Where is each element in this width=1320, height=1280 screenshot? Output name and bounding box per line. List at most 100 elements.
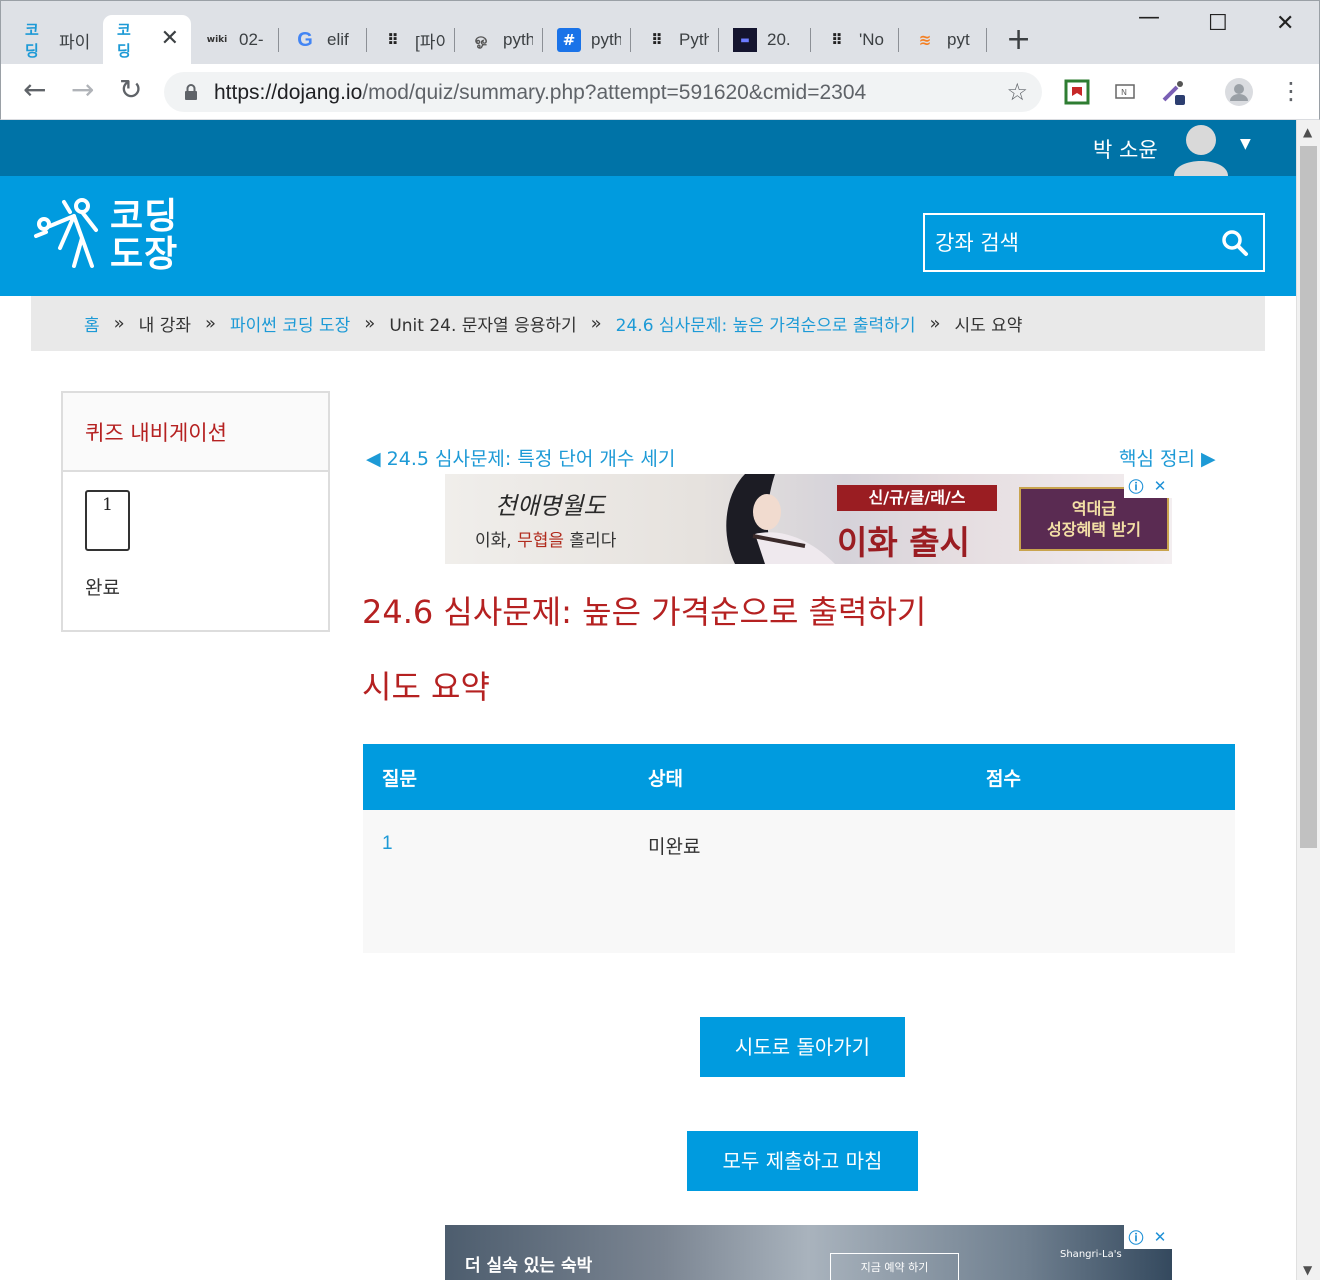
browser-menu-icon[interactable]: ⋮ xyxy=(1279,77,1303,105)
breadcrumb-separator: » xyxy=(590,313,602,334)
course-search-box xyxy=(923,213,1265,272)
site-logo-text[interactable]: 코딩 도장 xyxy=(110,198,178,274)
user-name[interactable]: 박 소윤 xyxy=(1093,134,1158,164)
back-arrow-icon[interactable]: ← xyxy=(23,76,46,104)
user-avatar-icon[interactable] xyxy=(1172,122,1230,176)
cell-status: 미완료 xyxy=(648,836,701,858)
browser-tab-bar: 코딩 파이 코딩 ✕ wiki 02- G elif ⠿ [파이 ஓ pyth … xyxy=(0,0,1320,65)
question-nav-button[interactable]: 1 xyxy=(85,490,130,551)
search-icon[interactable] xyxy=(1221,229,1249,257)
reload-icon[interactable]: ↻ xyxy=(119,76,142,104)
scrollbar-thumb[interactable] xyxy=(1300,146,1317,848)
cell-score xyxy=(967,810,1235,953)
ad-info-icon[interactable]: ⓘ xyxy=(1124,474,1148,498)
next-activity-link[interactable]: 핵심 정리 ▶ xyxy=(1119,444,1216,471)
tab-title: [파이 xyxy=(415,32,445,52)
page-title: 24.6 심사문제: 높은 가격순으로 출력하기 xyxy=(362,593,927,631)
browser-tab[interactable]: 코딩 파이 xyxy=(11,15,103,65)
color-picker-extension-icon[interactable] xyxy=(1159,78,1187,106)
column-header-question: 질문 xyxy=(382,767,417,790)
browser-tab[interactable]: wiki 02- xyxy=(191,15,279,65)
svg-text:N: N xyxy=(1121,88,1127,97)
breadcrumb-quiz-link[interactable]: 24.6 심사문제: 높은 가격순으로 출력하기 xyxy=(616,311,916,336)
forward-arrow-icon[interactable]: → xyxy=(71,76,94,104)
ad-release-text: 이화 출시 xyxy=(837,523,970,562)
coding-dojang-favicon-icon: 코딩 xyxy=(25,21,39,60)
dots-favicon-icon: ⠿ xyxy=(651,31,663,49)
scroll-up-icon[interactable]: ▲ xyxy=(1303,125,1312,139)
tab-title: 파이 xyxy=(59,32,91,52)
quiz-navigation-title: 퀴즈 내비게이션 xyxy=(63,393,328,472)
minimize-icon[interactable]: — xyxy=(1138,5,1160,30)
close-window-icon[interactable]: ✕ xyxy=(1276,11,1294,36)
breadcrumb-separator: » xyxy=(364,313,376,334)
browser-tab[interactable]: ≋ pyt xyxy=(899,15,987,65)
advertisement-banner-bottom[interactable]: 더 실속 있는 숙박 지금 예약 하기 Shangri-La's ⓘ ✕ xyxy=(445,1225,1172,1280)
return-to-attempt-button[interactable]: 시도로 돌아가기 xyxy=(700,1017,905,1077)
user-bar: 박 소윤 ▼ xyxy=(0,120,1296,176)
tab-title: Pyth xyxy=(679,30,709,49)
browser-tab[interactable]: ⠿ 'No xyxy=(811,15,899,65)
browser-tab[interactable]: ⠿ [파이 xyxy=(367,15,455,65)
address-bar[interactable]: https://dojang.io/mod/quiz/summary.php?a… xyxy=(164,72,1042,112)
tab-title: pyth xyxy=(591,30,621,49)
tab-title: 02- xyxy=(239,30,264,49)
breadcrumb-my-courses: 내 강좌 xyxy=(138,316,191,336)
ad-close-icon[interactable]: ✕ xyxy=(1148,474,1172,498)
new-tab-icon[interactable]: + xyxy=(1006,25,1031,55)
tab-title: pyt xyxy=(947,30,970,49)
prev-activity-link[interactable]: ◀ 24.5 심사문제: 특정 단어 개수 세기 xyxy=(366,444,675,471)
browser-toolbar: ← → ↻ https://dojang.io/mod/quiz/summary… xyxy=(0,64,1320,120)
google-favicon-icon: G xyxy=(297,28,313,51)
bookmark-star-icon[interactable]: ☆ xyxy=(1006,78,1028,106)
tab-title: pyth xyxy=(503,30,533,49)
ad-headline: 더 실속 있는 숙박 xyxy=(465,1256,593,1276)
attempt-summary-table: 질문 상태 점수 1 미완료 xyxy=(363,744,1235,953)
course-search-input[interactable] xyxy=(925,215,1205,270)
page-subtitle: 시도 요약 xyxy=(362,668,490,706)
ad-close-icon[interactable]: ✕ xyxy=(1148,1225,1172,1249)
question-link[interactable]: 1 xyxy=(382,833,393,854)
breadcrumb-home-link[interactable]: 홈 xyxy=(84,311,100,336)
coding-dojang-favicon-icon: 코딩 xyxy=(117,21,131,60)
browser-tab-active[interactable]: 코딩 ✕ xyxy=(103,15,191,65)
scroll-down-icon[interactable]: ▼ xyxy=(1303,1263,1312,1277)
breadcrumb-unit: Unit 24. 문자열 응용하기 xyxy=(389,316,577,336)
dots-favicon-icon: ⠿ xyxy=(387,31,399,49)
breadcrumb-course-link[interactable]: 파이썬 코딩 도장 xyxy=(230,311,350,336)
ad-cta-button[interactable]: 지금 예약 하기 xyxy=(830,1253,959,1280)
submit-all-and-finish-button[interactable]: 모두 제출하고 마침 xyxy=(687,1131,918,1191)
browser-tab[interactable]: G elif xyxy=(279,15,367,65)
ad-choices: ⓘ ✕ xyxy=(1124,1225,1172,1249)
close-tab-icon[interactable]: ✕ xyxy=(161,28,179,50)
finish-attempt-link[interactable]: 완료 xyxy=(85,573,120,600)
pocket-extension-icon[interactable] xyxy=(1063,78,1091,106)
ad-brand: 천애명월도 xyxy=(495,492,606,520)
browser-tab[interactable]: # pyth xyxy=(543,15,631,65)
tab-title: 20. xyxy=(767,30,791,49)
browser-tab[interactable]: ▬ 20. xyxy=(719,15,811,65)
tab-title: 'No xyxy=(859,30,884,49)
wikidocs-favicon-icon: wiki xyxy=(206,34,228,45)
ad-tagline: 이화, 무협을 홀리다 xyxy=(475,531,617,551)
ad-choices: ⓘ ✕ xyxy=(1124,474,1172,498)
browser-tab[interactable]: ⠿ Pyth xyxy=(631,15,719,65)
breadcrumb-separator: » xyxy=(929,313,941,334)
browser-tab[interactable]: ஓ pyth xyxy=(455,15,543,65)
url-text[interactable]: https://dojang.io/mod/quiz/summary.php?a… xyxy=(214,81,866,105)
table-header-row: 질문 상태 점수 xyxy=(363,744,1235,810)
advertisement-banner-top[interactable]: 천애명월도 이화, 무협을 홀리다 신/규/클/래/스 이화 출시 역대급 성장… xyxy=(445,474,1172,564)
breadcrumb-current: 시도 요약 xyxy=(954,316,1023,336)
table-row: 1 미완료 xyxy=(363,810,1235,953)
page-scrollbar[interactable]: ▲ ▼ xyxy=(1296,120,1320,1280)
maximize-icon[interactable]: ☐ xyxy=(1208,11,1228,36)
ad-info-icon[interactable]: ⓘ xyxy=(1124,1225,1148,1249)
column-header-score: 점수 xyxy=(986,767,1021,790)
stackoverflow-favicon-icon: ≋ xyxy=(918,31,932,49)
cell-question: 1 xyxy=(363,810,629,953)
naver-extension-icon[interactable]: N xyxy=(1111,78,1139,106)
coding-dojang-logo-icon[interactable] xyxy=(30,196,110,276)
user-menu-caret-icon[interactable]: ▼ xyxy=(1240,136,1251,152)
breadcrumb-separator: » xyxy=(204,313,216,334)
profile-avatar-icon[interactable] xyxy=(1225,78,1253,106)
